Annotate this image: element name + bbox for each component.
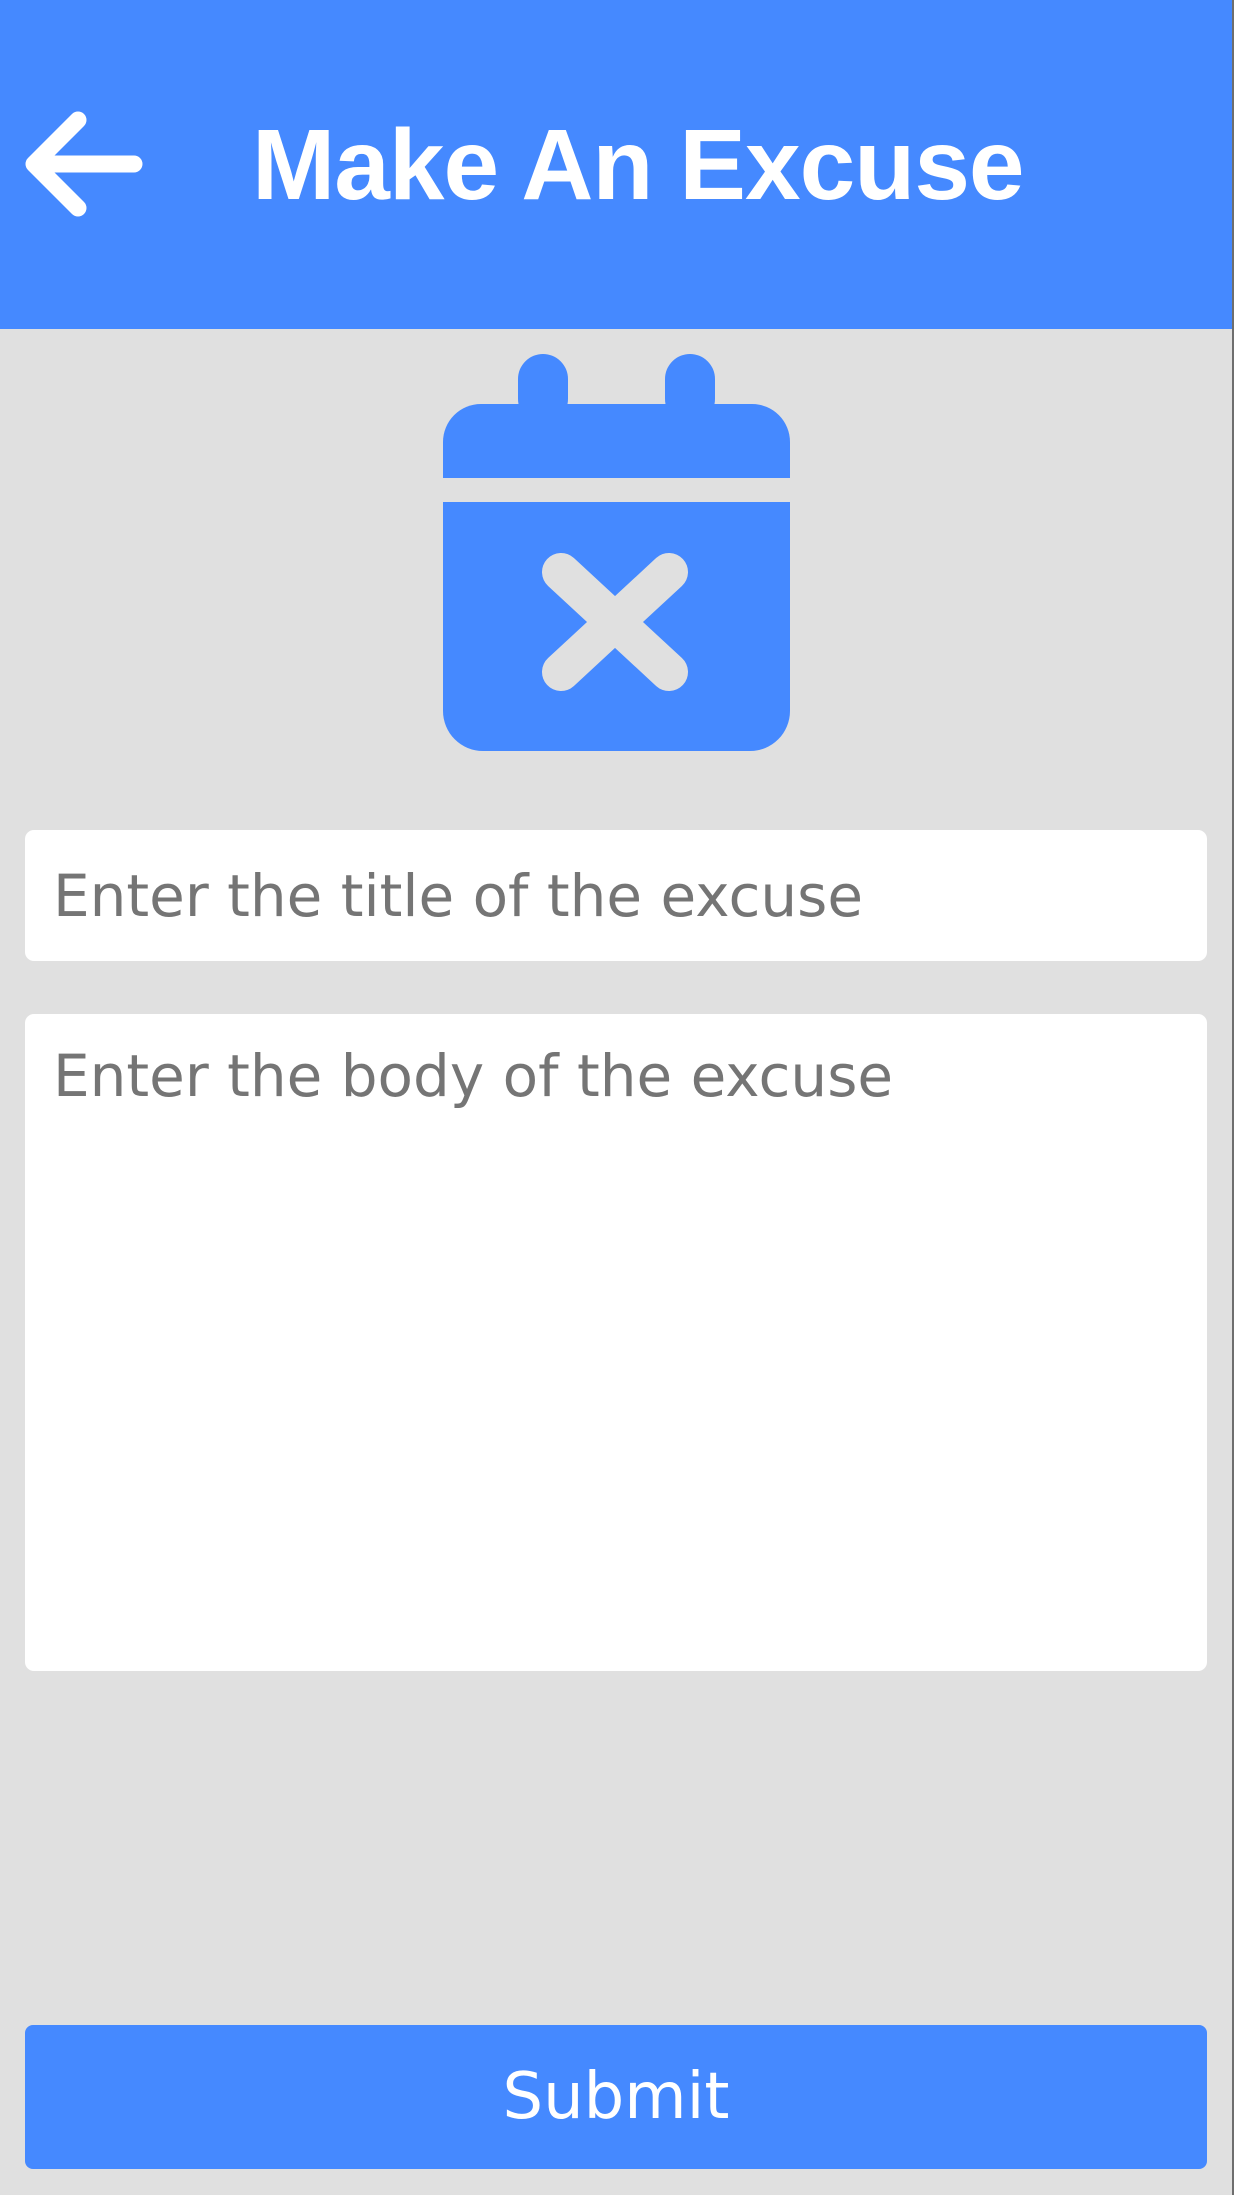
page-title: Make An Excuse — [252, 109, 1025, 221]
calendar-remove-icon — [443, 354, 790, 751]
app-bar: Make An Excuse — [0, 0, 1232, 329]
excuse-title-field[interactable] — [25, 830, 1207, 961]
make-excuse-screen: Make An Excuse Submit — [0, 0, 1234, 2195]
back-button[interactable] — [18, 108, 146, 220]
arrow-left-icon — [25, 111, 143, 217]
excuse-body-field[interactable] — [25, 1014, 1207, 1671]
submit-button[interactable]: Submit — [25, 2025, 1207, 2169]
